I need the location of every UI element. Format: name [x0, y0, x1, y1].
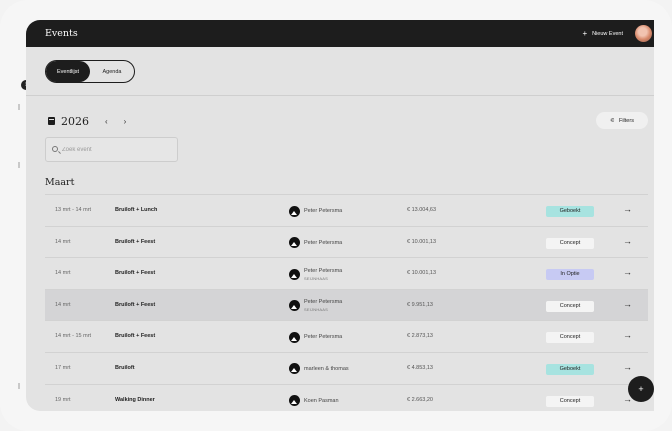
search-icon: [52, 146, 58, 152]
filter-icon: ⚟: [610, 117, 615, 124]
search-input[interactable]: [62, 144, 172, 156]
divider: [26, 95, 654, 96]
sidebar-marker: [18, 383, 20, 389]
contact-avatar-icon: [289, 395, 300, 407]
year-selector: 2026 ‹ ›: [48, 114, 126, 128]
new-event-button[interactable]: + Nieuw Event: [577, 27, 628, 41]
table-row[interactable]: 17 mrt Bruiloft marleen & thomas € 4.853…: [45, 351, 648, 384]
contact-name: Peter Petersma: [304, 334, 343, 341]
new-event-label: Nieuw Event: [592, 31, 623, 37]
event-contact: Peter Petersma: [289, 204, 342, 218]
app-window: Events + Nieuw Event Eventlijst Agenda 2…: [26, 20, 654, 411]
chevron-right-icon[interactable]: ›: [124, 117, 127, 126]
arrow-right-icon[interactable]: →: [623, 204, 632, 214]
table-row[interactable]: 14 mrt Bruiloft + Feest Peter Petersma S…: [45, 257, 648, 289]
event-amount: € 4.853,13: [407, 364, 433, 371]
status-badge: Geboekt: [546, 363, 594, 375]
calendar-icon: [48, 117, 55, 125]
sidebar-strip: ›: [0, 20, 31, 410]
contact-avatar-icon: [289, 331, 300, 343]
arrow-right-icon[interactable]: →: [623, 330, 632, 340]
table-row[interactable]: 14 mrt - 15 mrt Bruiloft + Feest Peter P…: [45, 320, 648, 352]
table-row[interactable]: 19 mrt Walking Dinner Koen Pasman € 2.66…: [45, 383, 648, 411]
device-frame: › Events + Nieuw Event Eventlijst Agenda…: [0, 0, 672, 431]
status-badge: Geboekt: [546, 206, 594, 217]
event-contact: Peter Petersma: [289, 330, 342, 344]
event-amount: € 10.001,13: [407, 238, 437, 245]
contact-avatar-icon: [289, 268, 300, 280]
table-row[interactable]: 14 mrt Bruiloft + Feest Peter Petersma €…: [45, 225, 648, 258]
status-badge: Concept: [546, 300, 594, 312]
event-amount: € 10.001,13: [407, 270, 437, 277]
event-date: 14 mrt - 15 mrt: [55, 333, 92, 340]
sidebar-marker: [18, 162, 20, 168]
event-amount: € 13.004,63: [407, 207, 437, 213]
events-table: 13 mrt - 14 mrt Bruiloft + Lunch Peter P…: [45, 194, 648, 411]
tab-agenda[interactable]: Agenda: [90, 61, 134, 82]
event-name: Bruiloft + Feest: [115, 238, 156, 245]
status-badge: Concept: [546, 332, 594, 344]
sidebar-marker: [18, 104, 20, 110]
contact-name: Koen Pasman: [304, 397, 339, 404]
event-date: 17 mrt: [55, 364, 71, 371]
add-event-fab[interactable]: +: [628, 376, 654, 402]
event-contact: Koen Pasman: [289, 394, 339, 408]
event-amount: € 2.873,13: [407, 333, 433, 340]
plus-icon: +: [582, 29, 588, 38]
event-contact: Peter Petersma SEIJNHAAS: [289, 267, 342, 281]
event-date: 14 mrt: [55, 238, 71, 245]
event-contact: Peter Petersma SEIJNHAAS: [289, 299, 342, 313]
month-heading: Maart: [45, 177, 75, 188]
event-name: Walking Dinner: [115, 396, 155, 403]
contact-company: SEIJNHAAS: [304, 307, 329, 313]
event-name: Bruiloft + Feest: [115, 301, 156, 308]
status-badge: In Optie: [546, 269, 594, 281]
status-badge: Concept: [546, 395, 594, 407]
view-tabs: Eventlijst Agenda: [45, 60, 135, 83]
search-box: [45, 137, 178, 162]
arrow-right-icon[interactable]: →: [623, 267, 632, 277]
contact-company: SEIJNHAAS: [304, 275, 329, 281]
event-name: Bruiloft: [115, 364, 135, 371]
event-date: 19 mrt: [55, 396, 71, 403]
page-title: Events: [45, 28, 78, 39]
event-date: 14 mrt: [55, 301, 71, 308]
table-row[interactable]: 13 mrt - 14 mrt Bruiloft + Lunch Peter P…: [45, 194, 648, 226]
tab-eventlijst[interactable]: Eventlijst: [46, 61, 90, 82]
event-contact: marleen & thomas: [289, 362, 349, 376]
event-amount: € 2.663,20: [407, 396, 433, 403]
event-name: Bruiloft + Feest: [115, 270, 156, 277]
status-badge: Concept: [546, 237, 594, 249]
event-name: Bruiloft + Feest: [115, 333, 156, 340]
contact-name: Peter Petersma: [304, 208, 343, 214]
contact-avatar-icon: [289, 237, 300, 249]
contact-name: Peter Petersma: [304, 299, 343, 306]
event-date: 14 mrt: [55, 270, 71, 277]
contact-name: marleen & thomas: [304, 365, 349, 372]
arrow-right-icon[interactable]: →: [623, 299, 632, 309]
contact-avatar-icon: [289, 363, 300, 375]
arrow-right-icon[interactable]: →: [623, 236, 632, 246]
event-name: Bruiloft + Lunch: [115, 207, 158, 213]
contact-avatar-icon: [289, 205, 300, 217]
contact-name: Peter Petersma: [304, 267, 343, 274]
top-bar: Events + Nieuw Event: [26, 20, 654, 47]
event-amount: € 9.951,13: [407, 301, 433, 308]
chevron-left-icon[interactable]: ‹: [105, 117, 108, 126]
filters-label: Filters: [618, 117, 634, 124]
event-contact: Peter Petersma: [289, 236, 342, 250]
contact-avatar-icon: [289, 300, 300, 312]
avatar[interactable]: [635, 25, 652, 42]
event-date: 13 mrt - 14 mrt: [55, 207, 92, 213]
arrow-right-icon[interactable]: →: [623, 362, 632, 372]
contact-name: Peter Petersma: [304, 239, 343, 246]
filters-button[interactable]: ⚟ Filters: [596, 112, 648, 129]
table-row[interactable]: 14 mrt Bruiloft + Feest Peter Petersma S…: [45, 288, 648, 321]
year-label: 2026: [61, 114, 89, 128]
